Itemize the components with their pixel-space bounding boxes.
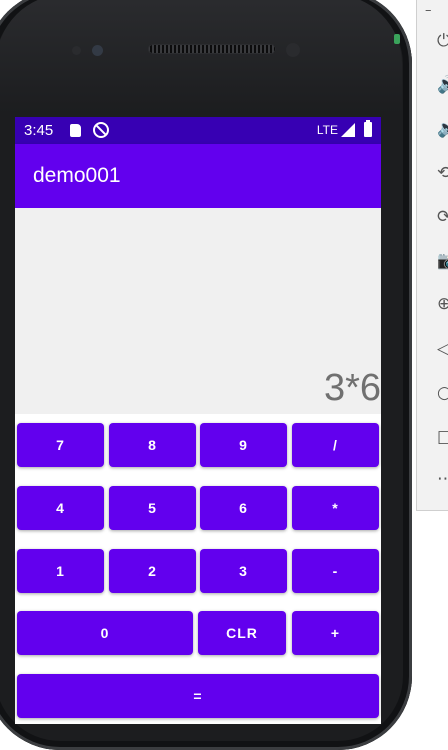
- battery-icon: [364, 120, 372, 137]
- back-icon[interactable]: ◁: [437, 340, 448, 358]
- device-indicator: [394, 34, 400, 44]
- key-multiply[interactable]: *: [292, 486, 379, 530]
- overview-icon[interactable]: □: [437, 428, 448, 446]
- sensor-dot: [72, 46, 81, 55]
- home-icon[interactable]: ○: [437, 384, 448, 402]
- phone-top-bezel: [0, 0, 402, 114]
- volume-down-icon[interactable]: 🔉: [437, 120, 448, 138]
- zoom-icon[interactable]: ⊕: [437, 295, 448, 313]
- front-camera: [92, 45, 103, 56]
- key-subtract[interactable]: -: [292, 549, 379, 593]
- earpiece-speaker: [148, 44, 276, 54]
- network-type: LTE: [316, 123, 338, 137]
- clear-button[interactable]: CLR: [198, 611, 286, 655]
- equals-button[interactable]: =: [17, 674, 379, 718]
- signal-icon: [341, 123, 355, 137]
- key-1[interactable]: 1: [17, 549, 104, 593]
- status-time: 3:45: [24, 122, 54, 139]
- key-0[interactable]: 0: [17, 611, 193, 655]
- key-4[interactable]: 4: [17, 486, 104, 530]
- key-9[interactable]: 9: [200, 423, 287, 467]
- screenshot-icon[interactable]: 📷: [437, 252, 448, 270]
- rotate-left-icon[interactable]: ⟲: [437, 164, 448, 182]
- key-5[interactable]: 5: [109, 486, 196, 530]
- device-screen: 3:45 LTE demo001 3*6 7 8 9 / 4 5 6 * 1 2…: [15, 117, 381, 724]
- emulator-toolbar: – ⏻ 🔊 🔉 ⟲ ⟳ 📷 ⊕ ◁ ○ □ ⋯: [416, 0, 448, 511]
- rotate-right-icon[interactable]: ⟳: [437, 208, 448, 226]
- key-add[interactable]: +: [292, 611, 379, 655]
- key-6[interactable]: 6: [200, 486, 287, 530]
- key-divide[interactable]: /: [292, 423, 379, 467]
- expression-text: 3*6: [323, 367, 381, 409]
- volume-up-icon[interactable]: 🔊: [437, 76, 448, 94]
- key-3[interactable]: 3: [200, 549, 287, 593]
- do-not-disturb-icon: [93, 122, 109, 138]
- app-bar: demo001: [15, 144, 381, 208]
- status-bar: 3:45 LTE: [15, 117, 381, 144]
- sd-card-icon: [70, 124, 81, 137]
- app-title: demo001: [33, 164, 121, 187]
- more-icon[interactable]: ⋯: [437, 470, 448, 488]
- key-8[interactable]: 8: [109, 423, 196, 467]
- minimize-button[interactable]: –: [425, 2, 443, 20]
- key-2[interactable]: 2: [109, 549, 196, 593]
- power-icon[interactable]: ⏻: [437, 32, 448, 50]
- proximity-sensor: [286, 43, 300, 57]
- key-7[interactable]: 7: [17, 423, 104, 467]
- calculator-display: 3*6: [15, 208, 381, 414]
